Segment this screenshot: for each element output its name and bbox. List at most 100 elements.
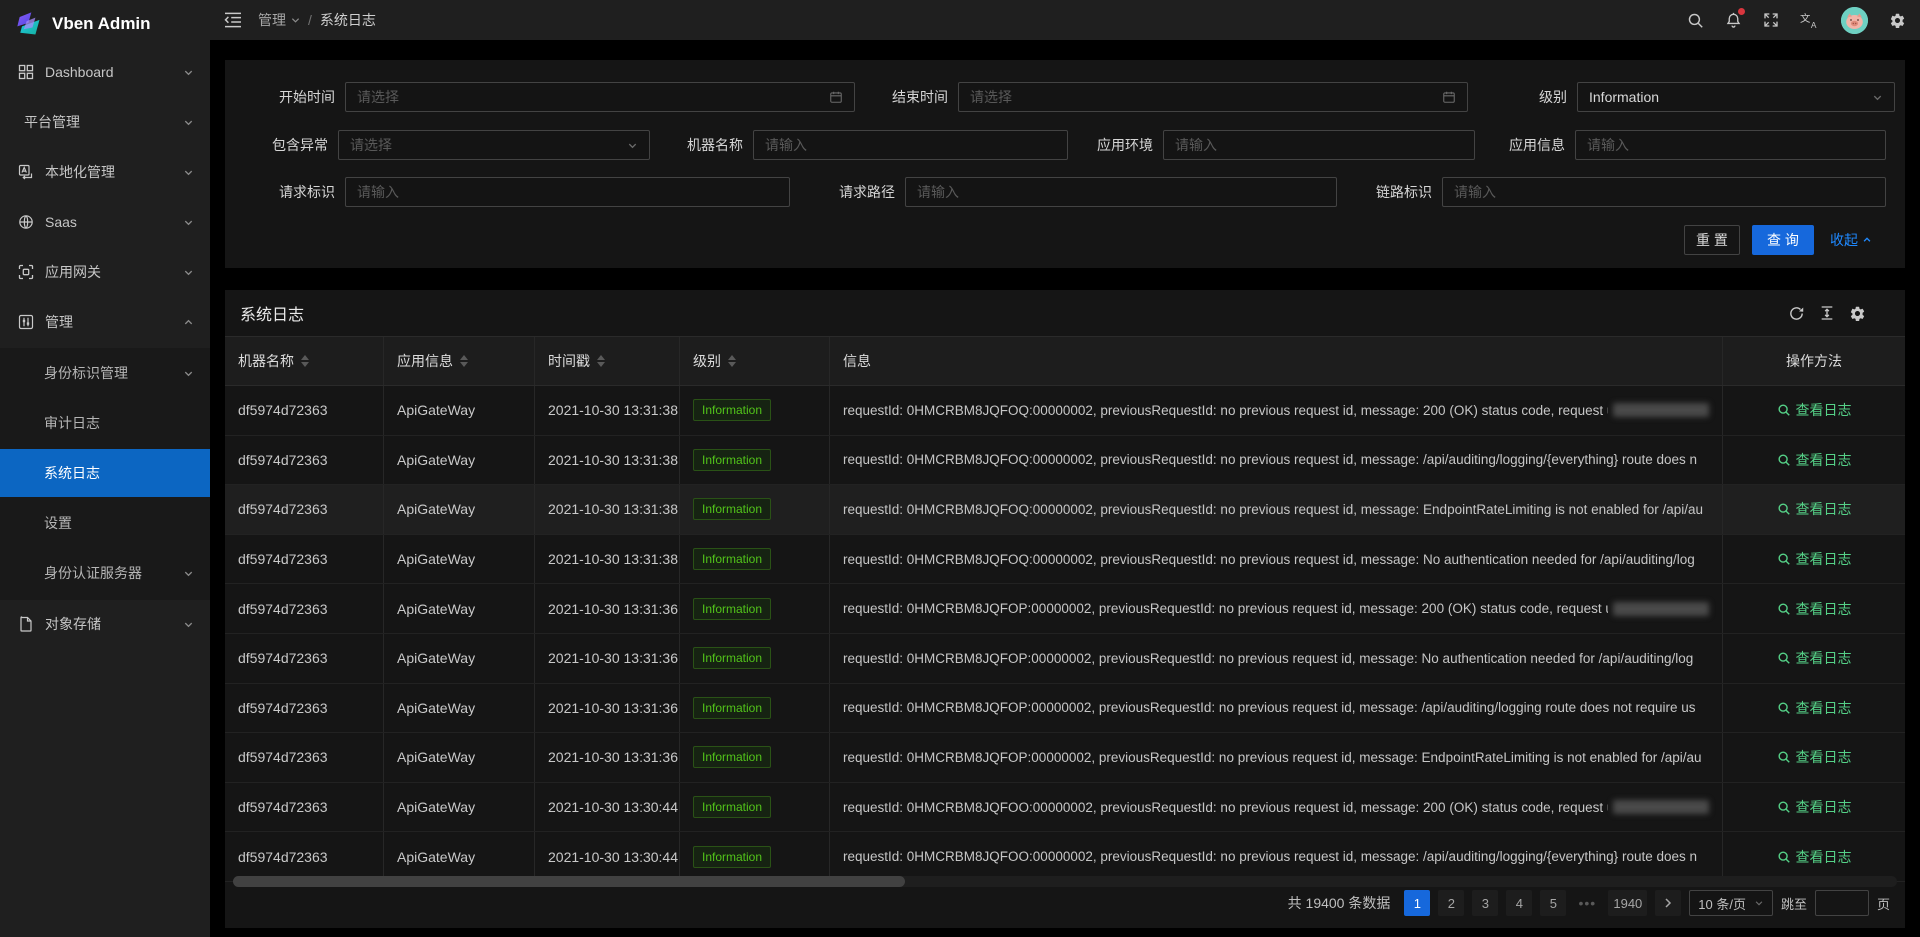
- sidebar-item-object-storage[interactable]: 对象存储: [0, 600, 210, 648]
- column-header-app-info[interactable]: 应用信息: [384, 337, 535, 385]
- include-exception-select[interactable]: 请选择: [338, 130, 650, 160]
- app-info-input[interactable]: [1575, 130, 1886, 160]
- level-tag: Information: [693, 598, 771, 620]
- column-header-machine-name[interactable]: 机器名称: [225, 337, 384, 385]
- sidebar-item-dashboard[interactable]: Dashboard: [0, 48, 210, 96]
- table-row[interactable]: df5974d72363ApiGateWay2021-10-30 13:30:4…: [225, 783, 1905, 833]
- table-row[interactable]: df5974d72363ApiGateWay2021-10-30 13:30:4…: [225, 832, 1905, 882]
- view-log-button[interactable]: 查看日志: [1777, 648, 1852, 668]
- trace-id-input[interactable]: [1442, 177, 1886, 207]
- table-row[interactable]: df5974d72363ApiGateWay2021-10-30 13:31:3…: [225, 535, 1905, 585]
- table-panel: 系统日志 机器名称 应用信息 时间戳 级别: [225, 290, 1905, 928]
- reset-button[interactable]: 重 置: [1684, 225, 1740, 255]
- cell-app-info: ApiGateWay: [384, 436, 535, 485]
- localization-icon: [18, 164, 35, 180]
- pagination-page-5[interactable]: 5: [1540, 890, 1566, 916]
- scrollbar-thumb[interactable]: [233, 876, 905, 887]
- filter-panel: 开始时间 请选择 结束时间 请选择 级别 Information 包含异常 请选…: [225, 60, 1905, 268]
- magnifier-icon: [1777, 800, 1791, 814]
- page-jump-input[interactable]: [1815, 890, 1869, 916]
- sidebar-item-auth-server[interactable]: 身份认证服务器: [0, 549, 210, 597]
- cell-level: Information: [680, 485, 830, 534]
- message-text: requestId: 0HMCRBM8JQFOP:00000002, previ…: [843, 700, 1696, 715]
- column-header-timestamp[interactable]: 时间戳: [535, 337, 680, 385]
- table-row[interactable]: df5974d72363ApiGateWay2021-10-30 13:31:3…: [225, 436, 1905, 486]
- machine-name-input[interactable]: [753, 130, 1068, 160]
- menu-fold-icon[interactable]: [224, 12, 242, 28]
- view-log-label: 查看日志: [1796, 400, 1852, 420]
- pagination-page-1[interactable]: 1: [1404, 890, 1430, 916]
- sidebar-item-saas[interactable]: Saas: [0, 198, 210, 246]
- message-text: requestId: 0HMCRBM8JQFOO:00000002, previ…: [843, 800, 1608, 815]
- cell-machine-name: df5974d72363: [225, 584, 384, 633]
- end-time-picker[interactable]: 请选择: [958, 82, 1468, 112]
- sidebar-item-management[interactable]: 管理: [0, 298, 210, 346]
- search-button[interactable]: 查 询: [1752, 225, 1814, 255]
- logo[interactable]: Vben Admin: [0, 0, 210, 48]
- view-log-button[interactable]: 查看日志: [1777, 400, 1852, 420]
- sidebar-item-system-logs[interactable]: 系统日志: [0, 449, 210, 497]
- chevron-down-icon: [183, 267, 194, 278]
- sidebar-item-identity-management[interactable]: 身份标识管理: [0, 349, 210, 397]
- sort-icon: [460, 355, 468, 367]
- translate-icon[interactable]: 文A: [1800, 12, 1820, 29]
- pagination-page-4[interactable]: 4: [1506, 890, 1532, 916]
- cell-message: requestId: 0HMCRBM8JQFOP:00000002, previ…: [830, 684, 1722, 733]
- table-row[interactable]: df5974d72363ApiGateWay2021-10-30 13:31:3…: [225, 634, 1905, 684]
- cell-level: Information: [680, 783, 830, 832]
- page-size-select[interactable]: 10 条/页: [1689, 890, 1773, 916]
- search-icon[interactable]: [1687, 12, 1704, 29]
- avatar[interactable]: [1841, 7, 1868, 34]
- cell-action: 查看日志: [1722, 684, 1905, 733]
- table-row[interactable]: df5974d72363ApiGateWay2021-10-30 13:31:3…: [225, 386, 1905, 436]
- pagination-page-1940[interactable]: 1940: [1608, 890, 1647, 916]
- table-row[interactable]: df5974d72363ApiGateWay2021-10-30 13:31:3…: [225, 733, 1905, 783]
- table-row[interactable]: df5974d72363ApiGateWay2021-10-30 13:31:3…: [225, 684, 1905, 734]
- field-request-id: 请求标识: [345, 177, 790, 207]
- sidebar-item-app-gateway[interactable]: 应用网关: [0, 248, 210, 296]
- column-header-level[interactable]: 级别: [680, 337, 830, 385]
- bell-icon[interactable]: [1725, 11, 1742, 29]
- gateway-icon: [18, 264, 35, 280]
- sidebar-item-audit-logs[interactable]: 审计日志: [0, 399, 210, 447]
- request-path-input[interactable]: [905, 177, 1337, 207]
- chevron-down-icon: [183, 368, 194, 379]
- level-select[interactable]: Information: [1577, 82, 1895, 112]
- sidebar-item-settings[interactable]: 设置: [0, 499, 210, 547]
- view-log-button[interactable]: 查看日志: [1777, 747, 1852, 767]
- cell-app-info: ApiGateWay: [384, 832, 535, 881]
- breadcrumb-parent[interactable]: 管理: [258, 10, 300, 30]
- start-time-picker[interactable]: 请选择: [345, 82, 855, 112]
- sidebar-item-platform-management[interactable]: 平台管理: [0, 98, 210, 146]
- sidebar-item-localization[interactable]: 本地化管理: [0, 148, 210, 196]
- gear-icon[interactable]: [1889, 12, 1906, 29]
- cell-timestamp: 2021-10-30 13:31:38: [535, 485, 680, 534]
- redacted-blur: [1613, 800, 1709, 814]
- horizontal-scrollbar[interactable]: [233, 876, 1897, 887]
- table-title: 系统日志: [240, 301, 304, 325]
- view-log-button[interactable]: 查看日志: [1777, 797, 1852, 817]
- fullscreen-icon[interactable]: [1763, 12, 1779, 28]
- request-id-input[interactable]: [345, 177, 790, 207]
- calendar-icon: [1442, 90, 1456, 104]
- view-log-button[interactable]: 查看日志: [1777, 450, 1852, 470]
- view-log-button[interactable]: 查看日志: [1777, 599, 1852, 619]
- view-log-button[interactable]: 查看日志: [1777, 549, 1852, 569]
- pagination-page-2[interactable]: 2: [1438, 890, 1464, 916]
- cell-level: Information: [680, 584, 830, 633]
- view-log-button[interactable]: 查看日志: [1777, 847, 1852, 867]
- view-log-button[interactable]: 查看日志: [1777, 499, 1852, 519]
- pagination-next-button[interactable]: [1655, 890, 1681, 916]
- level-tag: Information: [693, 746, 771, 768]
- collapse-filter-button[interactable]: 收起: [1830, 225, 1872, 255]
- cell-action: 查看日志: [1722, 535, 1905, 584]
- table-row[interactable]: df5974d72363ApiGateWay2021-10-30 13:31:3…: [225, 584, 1905, 634]
- pagination-page-3[interactable]: 3: [1472, 890, 1498, 916]
- app-environment-input[interactable]: [1163, 130, 1475, 160]
- table-row[interactable]: df5974d72363ApiGateWay2021-10-30 13:31:3…: [225, 485, 1905, 535]
- view-log-button[interactable]: 查看日志: [1777, 698, 1852, 718]
- row-height-icon[interactable]: [1819, 305, 1835, 321]
- magnifier-icon: [1777, 750, 1791, 764]
- table-settings-gear-icon[interactable]: [1849, 305, 1866, 322]
- refresh-icon[interactable]: [1788, 305, 1805, 322]
